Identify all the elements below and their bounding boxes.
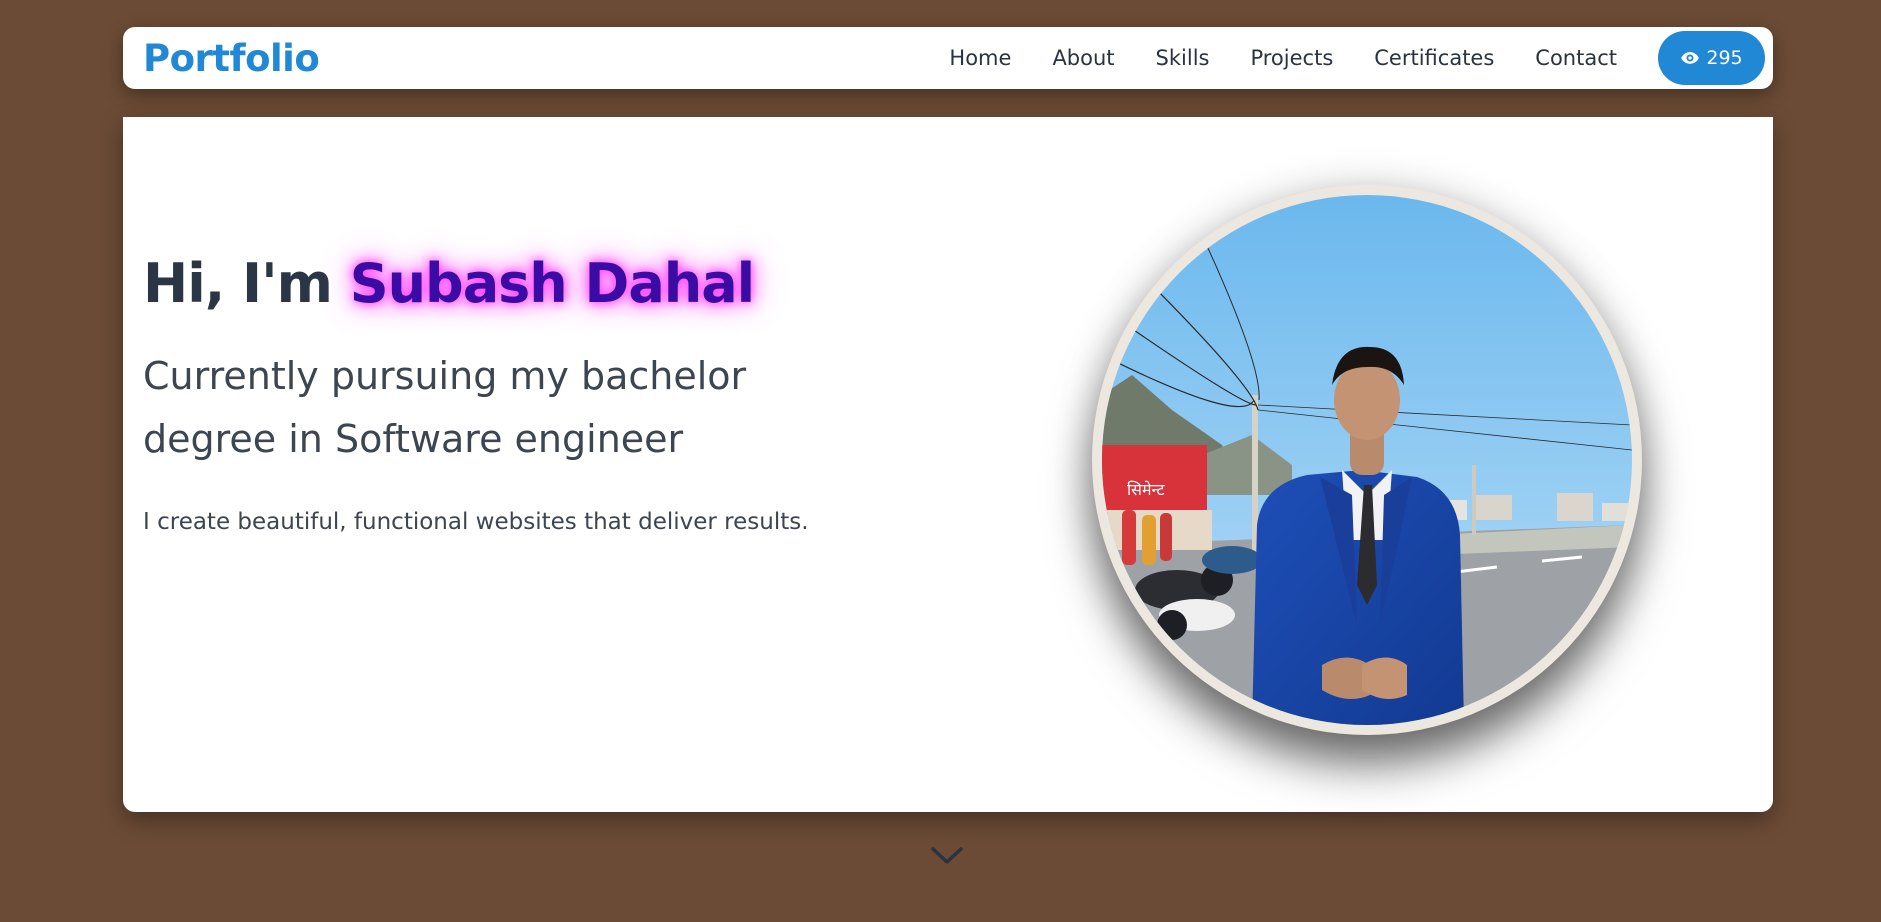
nav-link-home[interactable]: Home [949,46,1011,70]
chevron-down-icon [930,847,964,871]
shop-sign-text: सिमेन्ट [1127,480,1166,499]
nav-link-contact[interactable]: Contact [1535,46,1617,70]
profile-photo: सिमेन्ट [1102,195,1632,725]
hero-name: Subash Dahal [349,252,755,315]
nav-link-skills[interactable]: Skills [1156,46,1210,70]
view-count-badge: 295 [1658,31,1765,85]
hero-tagline: I create beautiful, functional websites … [143,509,809,536]
nav-links: Home About Skills Projects Certificates … [949,27,1765,89]
navbar: Portfolio Home About Skills Projects Cer… [123,27,1773,89]
scroll-down-button[interactable] [930,843,964,867]
profile-photo-frame: सिमेन्ट [1092,185,1642,735]
hero-text: Hi, I'm Subash Dahal Currently pursuing … [143,252,903,536]
brand-logo[interactable]: Portfolio [143,37,320,80]
hero-subtitle: Currently pursuing my bachelor degree in… [143,354,747,462]
hero-section: Hi, I'm Subash Dahal Currently pursuing … [123,117,1773,812]
nav-link-certificates[interactable]: Certificates [1374,46,1494,70]
nav-link-about[interactable]: About [1052,46,1114,70]
greeting-prefix: Hi, I'm [143,252,350,315]
view-count: 295 [1706,47,1743,69]
nav-link-projects[interactable]: Projects [1250,46,1333,70]
hero-heading: Hi, I'm Subash Dahal [143,252,903,315]
eye-icon [1680,48,1700,68]
